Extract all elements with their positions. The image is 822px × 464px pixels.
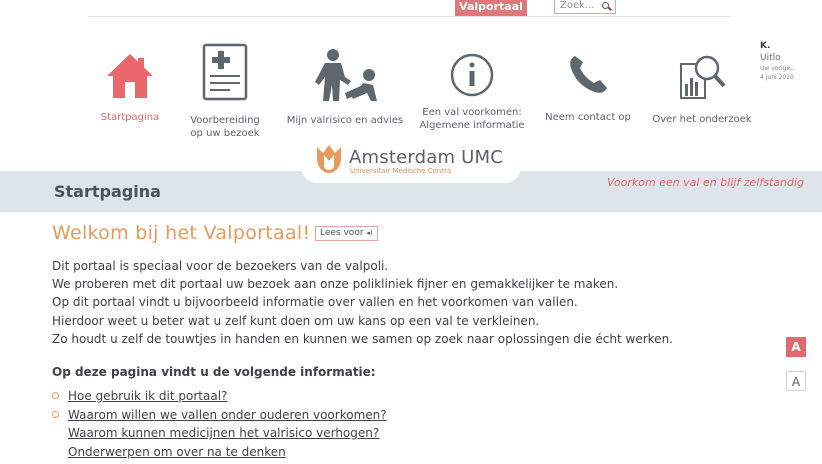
portal-tab[interactable]: Valportaal (455, 0, 527, 16)
logo[interactable]: Amsterdam UMC Universitair Medische Cent… (301, 138, 521, 183)
nav-label: Een val voorkomen: Algemene informatie (419, 107, 525, 131)
info-link[interactable]: Waarom willen we vallen onder ouderen vo… (68, 408, 387, 422)
nav-item-valrisico[interactable]: Mijn valrisico en advies (286, 47, 404, 127)
research-icon (680, 55, 726, 99)
tulip-logo-icon (317, 145, 341, 173)
font-smaller-button[interactable]: A (786, 371, 806, 391)
nav-item-onderzoek[interactable]: Over het onderzoek (648, 52, 756, 126)
logo-brand: Amsterdam UMC (349, 147, 504, 168)
search-placeholder: Zoek... (560, 0, 595, 11)
intro-line: We proberen met dit portaal uw bezoek aa… (52, 277, 619, 292)
nav-label: Startpagina (100, 112, 160, 123)
intro-line: Hierdoor weet u beter wat u zelf kunt do… (52, 313, 540, 328)
info-link[interactable]: Hoe gebruik ik dit portaal? (68, 389, 227, 403)
intro-line: Zo houdt u zelf de touwtjes in handen en… (52, 331, 673, 346)
nav-item-voorbereiding[interactable]: Voorbereiding op uw bezoek (184, 43, 266, 140)
intro-text: Dit portaal is speciaal voor de bezoeker… (52, 257, 673, 348)
list-item: Waarom kunnen medicijnen het valrisico v… (52, 424, 387, 443)
read-aloud-button[interactable]: Lees voor ◂) (315, 226, 378, 241)
nav-item-een-val-voorkomen[interactable]: Een val voorkomen: Algemene informatie (418, 52, 526, 132)
last-login-label: Uw vorige... (760, 65, 796, 72)
fall-risk-icon (315, 49, 377, 101)
read-aloud-label: Lees voor (320, 228, 364, 238)
info-link[interactable]: Onderwerpen om over na te denken (68, 445, 286, 459)
top-bar: Valportaal Zoek... (88, 0, 730, 17)
welcome-heading: Welkom bij het Valportaal! (52, 222, 311, 244)
user-name: K. (760, 41, 771, 51)
nav-item-contact[interactable]: Neem contact op (540, 52, 636, 124)
phone-icon (570, 56, 607, 93)
bullet-icon (52, 392, 59, 399)
intro-line: Op dit portaal vindt u bijvoorbeeld info… (52, 295, 578, 310)
home-icon (107, 54, 153, 98)
clipboard-icon (202, 43, 248, 101)
list-item: Hoe gebruik ik dit portaal? (52, 387, 387, 406)
speaker-icon: ◂) (366, 229, 373, 237)
page-title: Startpagina (54, 182, 161, 201)
intro-line: Dit portaal is speciaal voor de bezoeker… (52, 259, 389, 273)
nav-item-startpagina[interactable]: Startpagina (96, 52, 164, 124)
logo-subtitle: Universitair Medische Centra (350, 167, 452, 175)
list-item: Onderwerpen om over na te denken (52, 443, 387, 462)
search-icon[interactable] (602, 2, 609, 9)
info-link[interactable]: Waarom kunnen medicijnen het valrisico v… (68, 426, 379, 440)
list-item: Waarom willen we vallen onder ouderen vo… (52, 406, 387, 425)
font-larger-button[interactable]: A (786, 337, 806, 357)
section-subheading: Op deze pagina vindt u de volgende infor… (52, 365, 376, 379)
nav-label: Over het onderzoek (652, 114, 752, 125)
logout-link[interactable]: Uitlo (760, 52, 822, 64)
nav-label: Neem contact op (545, 112, 631, 123)
slogan: Voorkom een val en blijf zelfstandig (607, 176, 804, 189)
nav-label: Mijn valrisico en advies (286, 115, 404, 126)
user-box: K. Uitlo Uw vorige... 4 juni 2020 (760, 40, 822, 82)
info-icon (450, 53, 494, 97)
last-login-date: 4 juni 2020 (760, 74, 794, 81)
search-input[interactable]: Zoek... (554, 0, 616, 14)
bullet-icon (52, 410, 59, 418)
nav-label: Voorbereiding op uw bezoek (190, 115, 260, 139)
info-link-list: Hoe gebruik ik dit portaal? Waarom wille… (52, 387, 387, 461)
